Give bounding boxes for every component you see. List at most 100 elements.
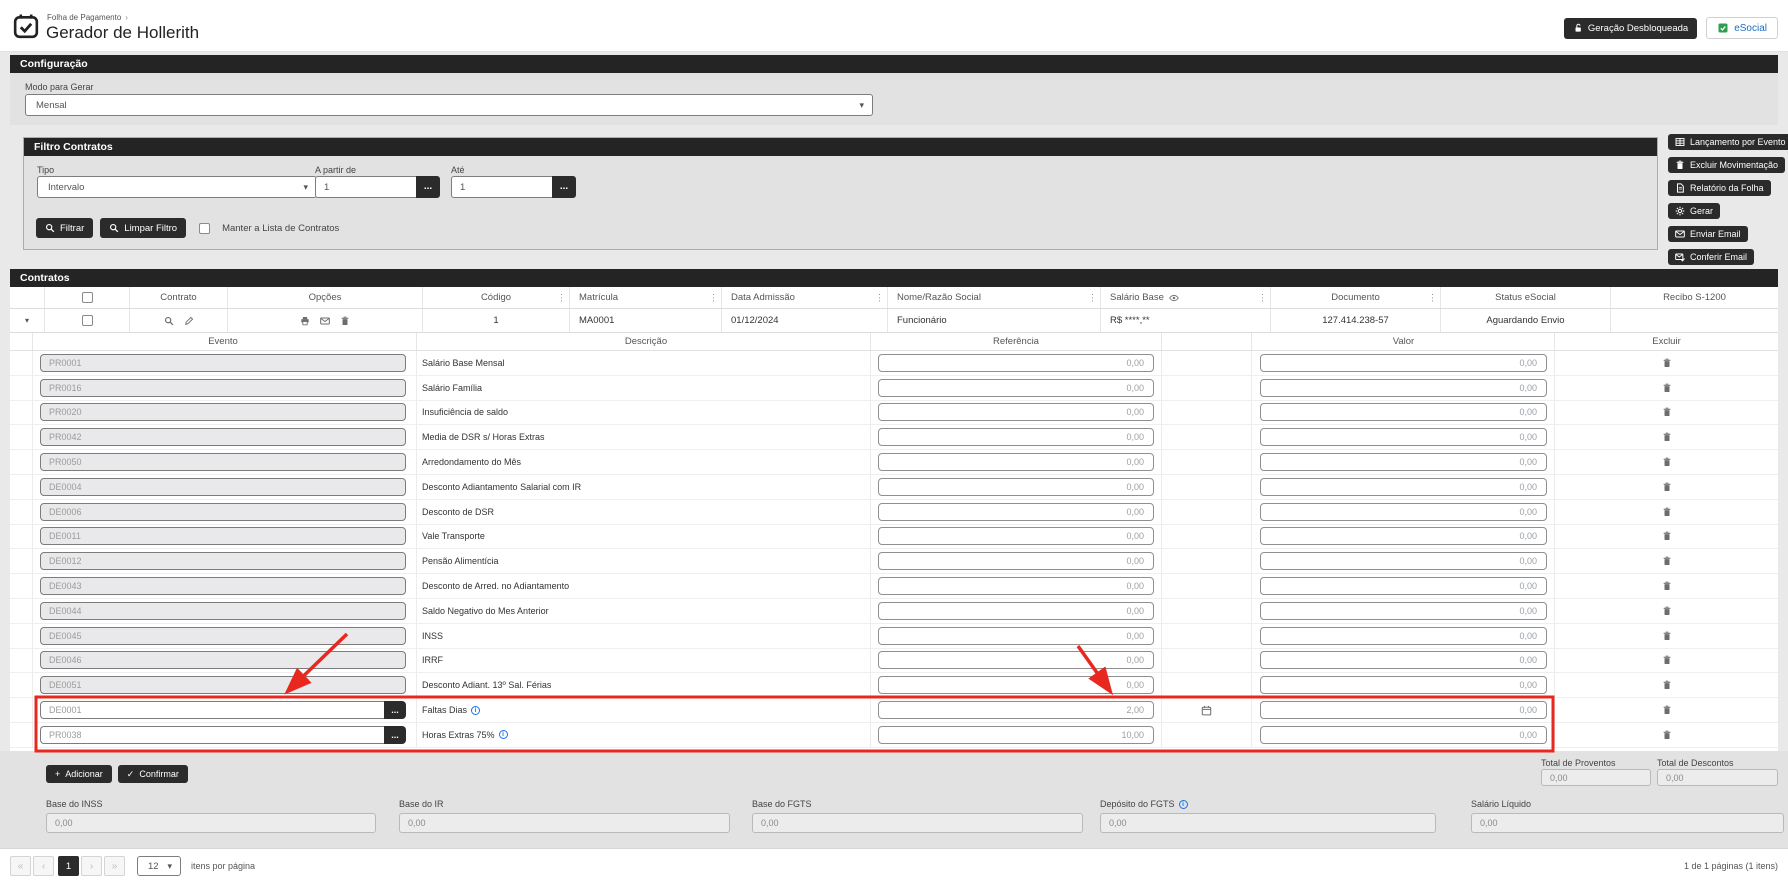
referencia-input[interactable]: 0,00 [878,676,1154,694]
email-button[interactable] [320,316,330,326]
tipo-select[interactable]: Intervalo ▾ [37,176,317,198]
referencia-input[interactable]: 0,00 [878,354,1154,372]
column-menu-icon[interactable]: ⋮ [875,292,884,303]
evento-code-input[interactable]: PR0042 [40,428,406,446]
evento-code-input[interactable]: DE0046 [40,651,406,669]
valor-input[interactable]: 0,00 [1260,676,1547,694]
valor-input[interactable]: 0,00 [1260,478,1547,496]
info-icon[interactable]: i [471,706,480,715]
page-size-select[interactable]: 12 ▾ [137,856,181,876]
evento-code-input[interactable]: DE0001 [40,701,384,719]
column-menu-icon[interactable]: ⋮ [557,292,566,303]
valor-input[interactable]: 0,00 [1260,651,1547,669]
excluir-evento-button[interactable] [1662,383,1672,393]
evento-code-input[interactable]: DE0045 [40,627,406,645]
expand-cell[interactable]: ▾ [10,309,45,332]
valor-input[interactable]: 0,00 [1260,453,1547,471]
evento-code-input[interactable]: DE0004 [40,478,406,496]
valor-input[interactable]: 0,00 [1260,577,1547,595]
referencia-input[interactable]: 0,00 [878,503,1154,521]
evento-code-input[interactable]: PR0001 [40,354,406,372]
referencia-input[interactable]: 0,00 [878,379,1154,397]
edit-contrato-button[interactable] [184,316,194,326]
last-page-button[interactable]: » [104,856,125,876]
excluir-evento-button[interactable] [1662,581,1672,591]
action-button[interactable]: Relatório da Folha [1668,180,1771,196]
next-page-button[interactable]: › [81,856,102,876]
referencia-input[interactable]: 2,00 [878,701,1154,719]
referencia-input[interactable]: 0,00 [878,527,1154,545]
delete-button[interactable] [340,316,350,326]
valor-input[interactable]: 0,00 [1260,403,1547,421]
referencia-input[interactable]: 0,00 [878,627,1154,645]
eye-icon[interactable] [1169,293,1179,303]
col-codigo[interactable]: Código ⋮ [423,287,570,308]
excluir-evento-button[interactable] [1662,358,1672,368]
valor-input[interactable]: 0,00 [1260,602,1547,620]
valor-input[interactable]: 0,00 [1260,701,1547,719]
column-menu-icon[interactable]: ⋮ [1428,292,1437,303]
ate-lookup-button[interactable]: ... [552,176,576,198]
excluir-evento-button[interactable] [1662,482,1672,492]
filtrar-button[interactable]: Filtrar [36,218,93,238]
valor-input[interactable]: 0,00 [1260,527,1547,545]
referencia-input[interactable]: 0,00 [878,577,1154,595]
excluir-evento-button[interactable] [1662,556,1672,566]
excluir-evento-button[interactable] [1662,655,1672,665]
excluir-evento-button[interactable] [1662,432,1672,442]
select-all-checkbox[interactable] [82,292,93,303]
info-icon[interactable]: i [499,730,508,739]
valor-input[interactable]: 0,00 [1260,428,1547,446]
a-partir-de-input[interactable]: 1 [315,176,416,198]
evento-code-input[interactable]: PR0038 [40,726,384,744]
limpar-filtro-button[interactable]: Limpar Filtro [100,218,186,238]
modo-para-gerar-select[interactable]: Mensal ▾ [25,94,873,116]
excluir-evento-button[interactable] [1662,705,1672,715]
referencia-input[interactable]: 0,00 [878,651,1154,669]
excluir-evento-button[interactable] [1662,507,1672,517]
referencia-input[interactable]: 0,00 [878,453,1154,471]
evento-code-input[interactable]: DE0011 [40,527,406,545]
col-recibo-s1200[interactable]: Recibo S-1200 [1611,287,1778,308]
evento-code-input[interactable]: DE0043 [40,577,406,595]
excluir-evento-button[interactable] [1662,631,1672,641]
col-contrato[interactable]: Contrato [130,287,228,308]
esocial-button[interactable]: eSocial [1706,17,1778,39]
col-nome-razao-social[interactable]: Nome/Razão Social ⋮ [888,287,1101,308]
column-menu-icon[interactable]: ⋮ [709,292,718,303]
adicionar-button[interactable]: + Adicionar [46,765,112,783]
a-partir-de-lookup-button[interactable]: ... [416,176,440,198]
excluir-evento-button[interactable] [1662,531,1672,541]
evento-code-input[interactable]: PR0016 [40,379,406,397]
referencia-input[interactable]: 0,00 [878,478,1154,496]
evento-code-input[interactable]: PR0050 [40,453,406,471]
excluir-evento-button[interactable] [1662,730,1672,740]
action-button[interactable]: Gerar [1668,203,1720,219]
excluir-evento-button[interactable] [1662,606,1672,616]
referencia-input[interactable]: 0,00 [878,403,1154,421]
action-button[interactable]: Excluir Movimentação [1668,157,1785,173]
info-icon[interactable]: i [1179,800,1188,809]
view-contrato-button[interactable] [164,316,174,326]
column-menu-icon[interactable]: ⋮ [1258,292,1267,303]
referencia-input[interactable]: 0,00 [878,602,1154,620]
excluir-evento-button[interactable] [1662,407,1672,417]
evento-lookup-button[interactable]: ... [384,701,406,719]
valor-input[interactable]: 0,00 [1260,354,1547,372]
col-data-admissao[interactable]: Data Admissão ⋮ [722,287,888,308]
referencia-input[interactable]: 0,00 [878,428,1154,446]
ate-input[interactable]: 1 [451,176,552,198]
col-salario-base[interactable]: Salário Base ⋮ [1101,287,1271,308]
evento-code-input[interactable]: DE0012 [40,552,406,570]
generation-unlocked-button[interactable]: Geração Desbloqueada [1564,18,1697,39]
action-button[interactable]: Conferir Email [1668,249,1754,265]
evento-code-input[interactable]: DE0051 [40,676,406,694]
row-checkbox[interactable] [82,315,93,326]
evento-code-input[interactable]: PR0020 [40,403,406,421]
col-documento[interactable]: Documento ⋮ [1271,287,1441,308]
referencia-input[interactable]: 0,00 [878,552,1154,570]
prev-page-button[interactable]: ‹ [33,856,54,876]
evento-lookup-button[interactable]: ... [384,726,406,744]
valor-input[interactable]: 0,00 [1260,627,1547,645]
current-page-button[interactable]: 1 [58,856,79,876]
